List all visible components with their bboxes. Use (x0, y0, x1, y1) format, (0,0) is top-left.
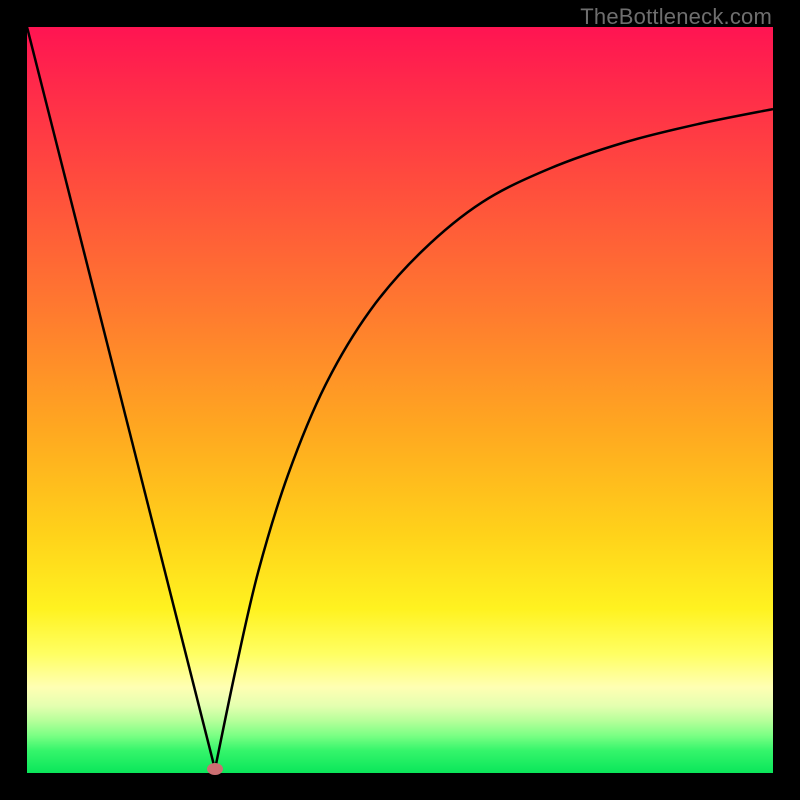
chart-frame: TheBottleneck.com (0, 0, 800, 800)
curve-left-branch (27, 27, 215, 769)
bottleneck-curve (27, 27, 773, 773)
minimum-marker (207, 763, 223, 775)
plot-area (27, 27, 773, 773)
attribution-label: TheBottleneck.com (580, 4, 772, 30)
curve-right-branch (215, 109, 773, 769)
